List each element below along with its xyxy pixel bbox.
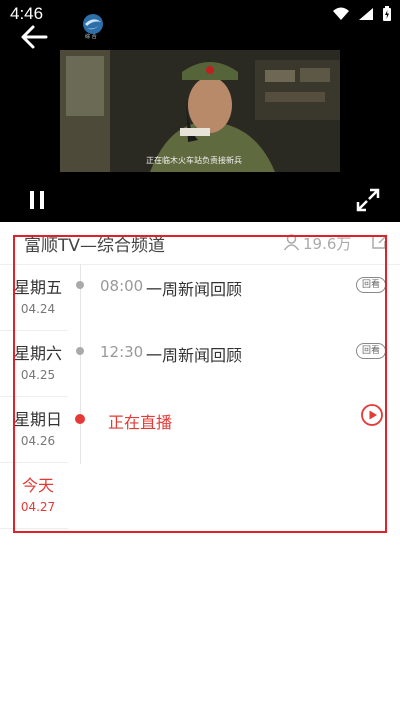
program-title: 一周新闻回顾 <box>146 280 243 299</box>
day-name: 星期五 <box>13 278 62 297</box>
play-icon[interactable] <box>361 404 383 426</box>
logo-text: 综 合 <box>85 34 97 40</box>
fullscreen-icon[interactable] <box>355 187 381 213</box>
day-date: 04.24 <box>20 302 56 316</box>
battery-icon <box>383 6 391 21</box>
timeline-dot <box>76 347 84 355</box>
program-title: 一周新闻回顾 <box>146 346 243 365</box>
status-time: 4:46 <box>10 4 44 23</box>
day-item-today[interactable]: 今天 04.27 <box>0 462 68 529</box>
video-frame <box>60 50 340 172</box>
day-item-fri[interactable]: 星期五 04.24 <box>0 264 68 331</box>
program-item[interactable]: 08:00 一周新闻回顾 回看 <box>76 267 392 307</box>
day-date: 04.25 <box>20 368 56 382</box>
video-player[interactable]: 4:46 综 合 正在临木火车站负责接新兵 <box>0 0 400 222</box>
day-item-sun[interactable]: 星期日 04.26 <box>0 396 68 463</box>
live-label: 正在直播 <box>108 413 173 432</box>
replay-button[interactable]: 回看 <box>356 277 386 293</box>
cellular-icon <box>359 8 373 20</box>
timeline-divider <box>80 264 81 464</box>
day-name: 星期日 <box>13 410 62 429</box>
timeline-dot <box>76 281 84 289</box>
program-item-live[interactable]: 正在直播 <box>75 400 392 440</box>
program-item[interactable]: 12:30 一周新闻回顾 回看 <box>76 333 392 373</box>
pause-icon[interactable] <box>27 189 47 211</box>
status-icons <box>332 6 392 22</box>
edit-icon[interactable] <box>371 232 389 250</box>
replay-button[interactable]: 回看 <box>356 343 386 359</box>
day-name: 今天 <box>21 476 54 495</box>
wifi-icon <box>333 7 349 20</box>
day-name: 星期六 <box>13 344 62 363</box>
video-subtitle: 正在临木火车站负责接新兵 <box>146 156 242 165</box>
program-time: 08:00 <box>100 277 144 295</box>
day-date: 04.27 <box>20 500 56 514</box>
viewer-count: 19.6万 <box>303 235 352 253</box>
live-dot <box>75 414 85 424</box>
channel-name: 富顺TV—综合频道 <box>24 236 166 256</box>
day-date: 04.26 <box>20 434 56 448</box>
program-time: 12:30 <box>100 343 144 361</box>
person-icon <box>283 234 300 251</box>
back-arrow-icon[interactable] <box>20 24 48 50</box>
day-item-sat[interactable]: 星期六 04.25 <box>0 330 68 397</box>
